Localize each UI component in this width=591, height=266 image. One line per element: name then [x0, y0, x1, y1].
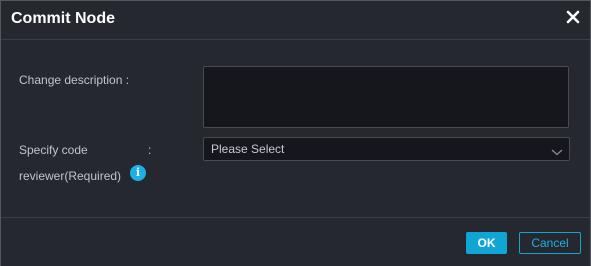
dialog-title: Commit Node — [11, 10, 115, 27]
dialog-header: Commit Node — [1, 1, 590, 40]
cancel-button[interactable]: Cancel — [519, 232, 581, 254]
reviewer-select[interactable]: Please Select — [203, 137, 570, 161]
dialog-footer: OK Cancel — [1, 217, 590, 266]
chevron-down-icon — [551, 144, 563, 156]
change-description-input[interactable] — [203, 66, 569, 128]
close-icon[interactable] — [565, 9, 581, 25]
specify-reviewer-colon: : — [148, 143, 152, 157]
info-icon[interactable]: i — [130, 165, 146, 181]
reviewer-select-value: Please Select — [211, 142, 285, 156]
specify-reviewer-label-required: reviewer(Required) — [19, 169, 122, 183]
ok-button[interactable]: OK — [466, 232, 507, 254]
specify-reviewer-label: Specify code — [19, 143, 88, 157]
change-description-label: Change description : — [19, 73, 130, 87]
dialog-body: Change description : Specify code : revi… — [1, 40, 590, 217]
commit-node-dialog: Commit Node Change description : Specify… — [0, 0, 591, 266]
